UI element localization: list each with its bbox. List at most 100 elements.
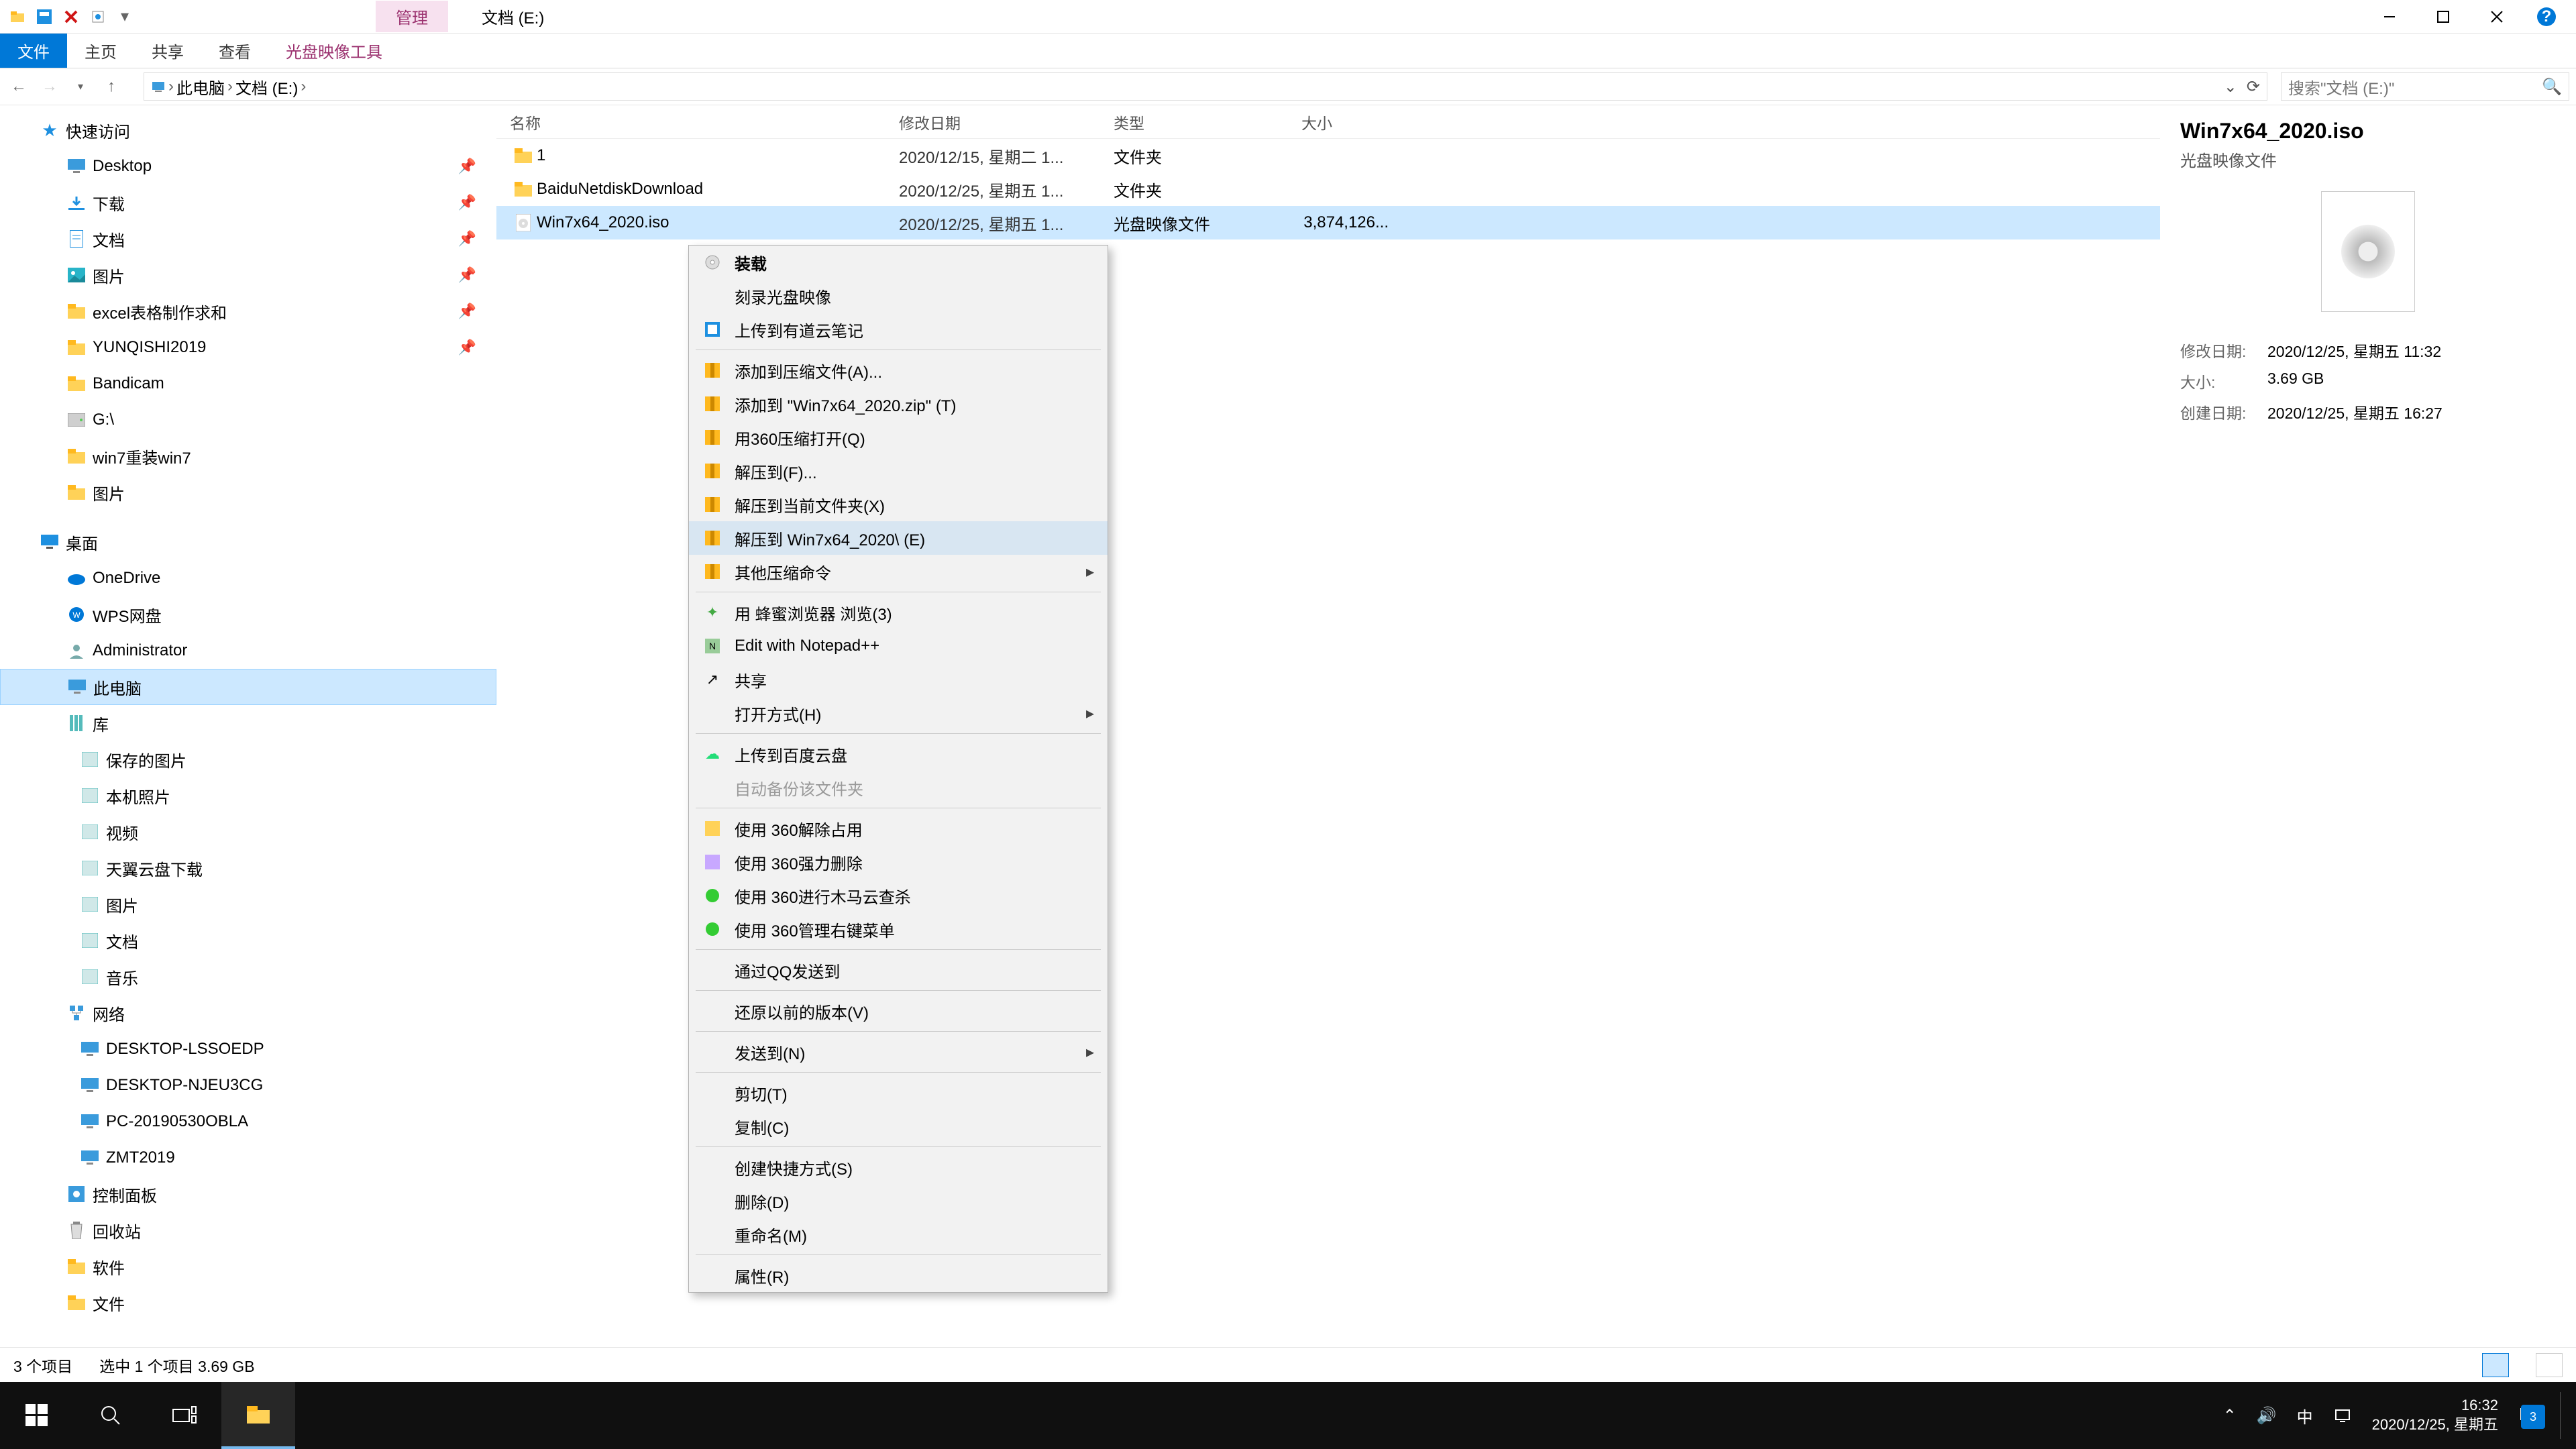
crumb-drive[interactable]: 文档 (E:) [235,75,298,99]
tree-quick-5[interactable]: YUNQISHI2019📌 [0,329,496,366]
menu-item[interactable]: 添加到 "Win7x64_2020.zip" (T) [689,387,1108,421]
chevron-right-icon[interactable]: › [168,77,174,96]
menu-item[interactable]: 装载 [689,246,1108,279]
taskbar[interactable]: ⌃ 🔊 中 16:32 2020/12/25, 星期五 3 [0,1382,2576,1449]
chevron-right-icon[interactable]: › [227,77,233,96]
menu-item[interactable]: 上传到有道云笔记 [689,313,1108,346]
tree-desk-3[interactable]: 此电脑 [0,669,496,705]
menu-item[interactable]: 还原以前的版本(V) [689,994,1108,1028]
menu-item[interactable]: 用360压缩打开(Q) [689,421,1108,454]
breadcrumb[interactable]: › 此电脑 › 文档 (E:) › ⌄ ⟳ [144,72,2267,101]
maximize-button[interactable] [2430,3,2457,30]
network-icon[interactable] [2333,1406,2352,1425]
menu-item[interactable]: ✦用 蜂蜜浏览器 浏览(3) [689,596,1108,629]
ime-indicator[interactable]: 中 [2297,1404,2313,1428]
volume-icon[interactable]: 🔊 [2257,1406,2277,1426]
menu-item[interactable]: ↗共享 [689,663,1108,696]
menu-item[interactable]: 通过QQ发送到 [689,953,1108,987]
task-view-button[interactable] [148,1382,221,1449]
thumbnails-view-button[interactable] [2536,1353,2563,1377]
ribbon-tab-disc-tools[interactable]: 光盘映像工具 [268,34,400,68]
tree-desk-6[interactable]: 控制面板 [0,1176,496,1212]
refresh-icon[interactable]: ⟳ [2247,77,2260,97]
menu-item[interactable]: 使用 360解除占用 [689,812,1108,845]
clock[interactable]: 16:32 2020/12/25, 星期五 [2372,1396,2498,1434]
menu-item[interactable]: 刻录光盘映像 [689,279,1108,313]
navigation-pane[interactable]: ★快速访问Desktop📌下载📌文档📌图片📌excel表格制作求和📌YUNQIS… [0,105,496,1347]
menu-item[interactable]: 剪切(T) [689,1076,1108,1110]
menu-item[interactable]: 解压到当前文件夹(X) [689,488,1108,521]
menu-item[interactable]: 重命名(M) [689,1218,1108,1251]
tree-desk-2[interactable]: Administrator [0,633,496,669]
properties-icon[interactable] [89,7,107,26]
menu-item[interactable]: 属性(R) [689,1258,1108,1292]
tree-quick-1[interactable]: 下载📌 [0,184,496,221]
menu-item[interactable]: 使用 360进行木马云查杀 [689,879,1108,912]
tree-desk-5[interactable]: 网络 [0,995,496,1031]
tree-desk-7[interactable]: 回收站 [0,1212,496,1248]
tree-desk-4-4[interactable]: 图片 [0,886,496,922]
tree-desk-4[interactable]: 库 [0,705,496,741]
action-center-icon[interactable]: 3 [2518,1405,2540,1426]
tree-desk-4-5[interactable]: 文档 [0,922,496,959]
back-button[interactable]: ← [7,74,31,99]
help-button[interactable]: ? [2537,7,2556,26]
ribbon-tab-view[interactable]: 查看 [201,34,268,68]
forward-button[interactable]: → [38,74,62,99]
menu-item[interactable]: NEdit with Notepad++ [689,629,1108,663]
minimize-button[interactable] [2376,3,2403,30]
menu-item[interactable]: 使用 360强力删除 [689,845,1108,879]
tray-chevron-icon[interactable]: ⌃ [2223,1406,2237,1426]
col-date[interactable]: 修改日期 [899,111,1114,133]
menu-item[interactable]: 打开方式(H)▸ [689,696,1108,730]
tree-quick-4[interactable]: excel表格制作求和📌 [0,293,496,329]
ribbon-tab-home[interactable]: 主页 [67,34,134,68]
menu-item[interactable]: 删除(D) [689,1184,1108,1218]
tree-desk-4-0[interactable]: 保存的图片 [0,741,496,777]
menu-item[interactable]: 解压到 Win7x64_2020\ (E) [689,521,1108,555]
file-explorer-taskbar[interactable] [221,1382,295,1449]
show-desktop[interactable] [2560,1392,2567,1439]
history-dropdown-icon[interactable]: ⌄ [2224,77,2237,97]
crumb-this-pc[interactable]: 此电脑 [176,75,225,99]
ribbon-tab-file[interactable]: 文件 [0,34,67,68]
tree-desk-9[interactable]: 文件 [0,1285,496,1321]
ribbon-tab-share[interactable]: 共享 [134,34,201,68]
tree-desk-5-1[interactable]: DESKTOP-NJEU3CG [0,1067,496,1104]
file-row[interactable]: Win7x64_2020.iso2020/12/25, 星期五 1...光盘映像… [496,206,2160,239]
tree-quick-7[interactable]: G:\ [0,402,496,438]
tree-quick-8[interactable]: win7重装win7 [0,438,496,474]
col-name[interactable]: 名称 [510,111,899,133]
tree-quick-9[interactable]: 图片 [0,474,496,511]
tree-desk-1[interactable]: WWPS网盘 [0,596,496,633]
search-box[interactable]: 搜索"文档 (E:)" 🔍 [2281,72,2569,101]
tree-quick-0[interactable]: Desktop📌 [0,148,496,184]
tree-quick-6[interactable]: Bandicam [0,366,496,402]
tree-quick-3[interactable]: 图片📌 [0,257,496,293]
tree-desk-8[interactable]: 软件 [0,1248,496,1285]
menu-item[interactable]: 添加到压缩文件(A)... [689,354,1108,387]
column-headers[interactable]: 名称 修改日期 类型 大小 [496,105,2160,139]
search-icon[interactable]: 🔍 [2542,77,2562,97]
tree-quick-access[interactable]: ★快速访问 [0,112,496,148]
context-menu[interactable]: 装载刻录光盘映像上传到有道云笔记添加到压缩文件(A)...添加到 "Win7x6… [688,245,1108,1293]
chevron-right-icon[interactable]: › [301,77,306,96]
menu-item[interactable]: ☁上传到百度云盘 [689,737,1108,771]
search-taskbar-button[interactable] [74,1382,148,1449]
menu-item[interactable]: 发送到(N)▸ [689,1035,1108,1069]
tree-desk-5-2[interactable]: PC-20190530OBLA [0,1104,496,1140]
tree-quick-2[interactable]: 文档📌 [0,221,496,257]
start-button[interactable] [0,1382,74,1449]
tree-desk-4-6[interactable]: 音乐 [0,959,496,995]
close-button[interactable] [2483,3,2510,30]
tree-desk-0[interactable]: OneDrive [0,560,496,596]
details-view-button[interactable] [2482,1353,2509,1377]
menu-item[interactable]: 创建快捷方式(S) [689,1150,1108,1184]
system-tray[interactable]: ⌃ 🔊 中 16:32 2020/12/25, 星期五 3 [2223,1392,2576,1439]
up-button[interactable]: ↑ [99,74,123,99]
recent-dropdown[interactable]: ▾ [68,74,93,99]
col-size[interactable]: 大小 [1301,111,1409,133]
menu-item[interactable]: 复制(C) [689,1110,1108,1143]
tree-desk-4-1[interactable]: 本机照片 [0,777,496,814]
menu-item[interactable]: 使用 360管理右键菜单 [689,912,1108,946]
